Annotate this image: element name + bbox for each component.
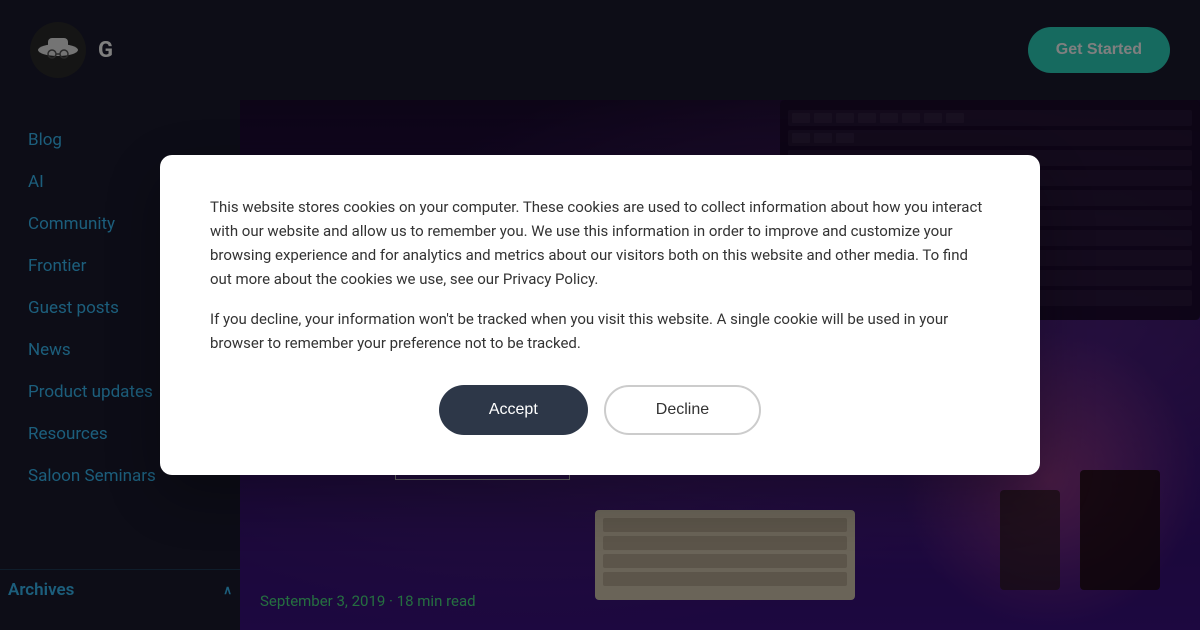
decline-button[interactable]: Decline (604, 385, 761, 435)
cookie-buttons: Accept Decline (210, 385, 990, 435)
cookie-overlay: This website stores cookies on your comp… (0, 0, 1200, 630)
cookie-text-1: This website stores cookies on your comp… (210, 195, 990, 291)
accept-button[interactable]: Accept (439, 385, 588, 435)
cookie-text-2: If you decline, your information won't b… (210, 307, 990, 355)
cookie-modal: This website stores cookies on your comp… (160, 155, 1040, 475)
